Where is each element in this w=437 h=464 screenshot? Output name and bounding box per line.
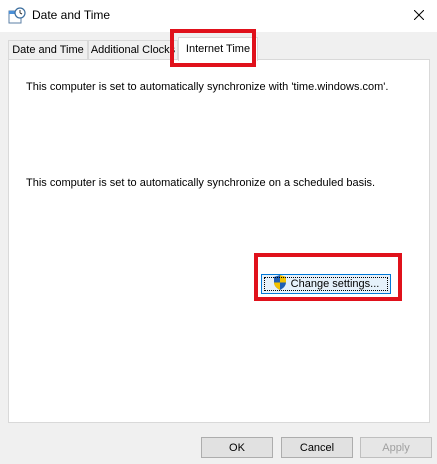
clock-calendar-icon bbox=[8, 7, 26, 25]
ok-label: OK bbox=[229, 441, 245, 454]
schedule-text: This computer is set to automatically sy… bbox=[26, 177, 376, 189]
ok-button[interactable]: OK bbox=[201, 437, 273, 458]
apply-button[interactable]: Apply bbox=[360, 437, 432, 458]
cancel-label: Cancel bbox=[299, 441, 335, 454]
internet-time-panel: This computer is set to automatically sy… bbox=[8, 59, 430, 423]
sync-server-text: This computer is set to automatically sy… bbox=[26, 81, 389, 93]
apply-label: Apply bbox=[382, 441, 410, 454]
tab-date-and-time[interactable]: Date and Time bbox=[8, 40, 88, 60]
cancel-button[interactable]: Cancel bbox=[281, 437, 353, 458]
close-icon bbox=[413, 9, 425, 23]
button-highlight-box bbox=[254, 253, 402, 301]
tab-highlight-box bbox=[170, 29, 256, 67]
window-title: Date and Time bbox=[32, 8, 111, 22]
tab-additional-clocks[interactable]: Additional Clocks bbox=[88, 40, 178, 60]
close-button[interactable] bbox=[401, 0, 437, 32]
tab-label: Date and Time bbox=[12, 44, 84, 56]
tab-label: Additional Clocks bbox=[90, 44, 176, 56]
